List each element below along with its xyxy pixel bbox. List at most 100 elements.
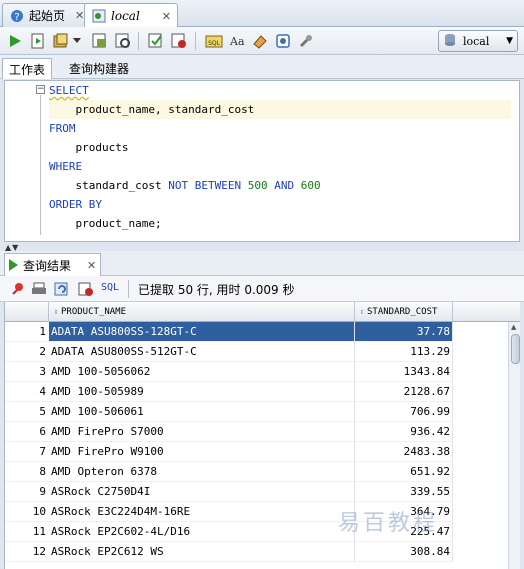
run-statement-icon[interactable] [5, 31, 25, 51]
cell-product-name: ADATA ASU800SS-128GT-C [49, 322, 355, 342]
tools-icon[interactable] [296, 31, 316, 51]
autotrace-icon[interactable] [113, 31, 133, 51]
cell-standard-cost: 1343.84 [355, 362, 453, 382]
row-number: 7 [5, 442, 49, 462]
unshared-icon[interactable] [273, 31, 293, 51]
rollback-icon[interactable] [169, 31, 189, 51]
code-line: SELECT [49, 84, 89, 97]
run-script-icon[interactable] [28, 31, 48, 51]
tab-worksheet[interactable]: 工作表 [2, 58, 53, 79]
svg-text:?: ? [14, 12, 19, 23]
results-tab-bar: 查询结果 ✕ [0, 251, 524, 276]
explain-plan-icon[interactable] [90, 31, 110, 51]
column-header-standard-cost[interactable]: ⇕ STANDARD_COST [355, 302, 453, 322]
tab-local-worksheet[interactable]: local ✕ [84, 3, 178, 28]
column-header-product-name[interactable]: ⇕ PRODUCT_NAME [49, 302, 355, 322]
code-line: standard_cost NOT BETWEEN 500 AND 600 [75, 179, 321, 192]
cell-standard-cost: 37.78 [355, 322, 453, 342]
eraser-icon[interactable] [250, 31, 270, 51]
scrollbar-thumb[interactable] [511, 334, 520, 364]
close-icon[interactable]: ✕ [162, 10, 171, 23]
table-row[interactable]: 8 AMD Opteron 6378 651.92 [5, 462, 505, 482]
row-number: 3 [5, 362, 49, 382]
table-row[interactable]: 11 ASRock EP2C602-4L/D16 225.47 [5, 522, 505, 542]
code-line: products [75, 141, 129, 154]
panel-splitter[interactable]: ▲▼ [0, 243, 524, 252]
table-row[interactable]: 1 ADATA ASU800SS-128GT-C 37.78 [5, 322, 505, 342]
help-icon: ? [9, 8, 25, 24]
cell-product-name: AMD 100-505989 [49, 382, 355, 402]
table-row[interactable]: 7 AMD FirePro W9100 2483.38 [5, 442, 505, 462]
tab-label: 起始页 [29, 9, 66, 23]
sql-history-icon[interactable]: SQL [204, 31, 224, 51]
code-line: product_name; [75, 217, 162, 230]
toolbar-separator [128, 280, 129, 298]
row-number: 6 [5, 422, 49, 442]
sql-button[interactable]: SQL [101, 282, 119, 293]
cell-product-name: ASRock E3C224D4M-16RE [49, 502, 355, 522]
document-tab-bar: ? 起始页 ✕ local ✕ [0, 0, 524, 28]
close-icon[interactable]: ✕ [87, 259, 96, 272]
cell-standard-cost: 225.47 [355, 522, 453, 542]
tab-query-results[interactable]: 查询结果 ✕ [4, 253, 102, 276]
worksheet-subtab-bar: 工作表 查询构建器 [0, 55, 524, 79]
code-line: FROM [49, 122, 76, 135]
print-icon[interactable] [30, 280, 48, 298]
vertical-scrollbar[interactable]: ▲ [508, 322, 520, 569]
table-row[interactable]: 4 AMD 100-505989 2128.67 [5, 382, 505, 402]
cell-product-name: AMD 100-5056062 [49, 362, 355, 382]
code-line: ORDER BY [49, 198, 102, 211]
close-icon[interactable]: ✕ [75, 9, 84, 22]
row-number: 2 [5, 342, 49, 362]
table-row[interactable]: 2 ADATA ASU800SS-512GT-C 113.29 [5, 342, 505, 362]
tab-query-builder[interactable]: 查询构建器 [63, 58, 135, 79]
tab-label: local [111, 9, 140, 23]
code-line: WHERE [49, 160, 83, 173]
database-icon [443, 33, 457, 50]
cell-standard-cost: 339.55 [355, 482, 453, 502]
pin-icon[interactable] [8, 280, 26, 298]
tab-start-page[interactable]: ? 起始页 ✕ [2, 3, 92, 27]
cell-product-name: ADATA ASU800SS-512GT-C [49, 342, 355, 362]
cell-product-name: AMD FirePro S7000 [49, 422, 355, 442]
chevron-down-icon[interactable] [71, 31, 83, 51]
cell-standard-cost: 706.99 [355, 402, 453, 422]
cell-product-name: ASRock EP2C602-4L/D16 [49, 522, 355, 542]
table-row[interactable]: 3 AMD 100-5056062 1343.84 [5, 362, 505, 382]
results-grid[interactable]: ⇕ PRODUCT_NAME ⇕ STANDARD_COST 1 ADATA ASU8… [4, 302, 520, 569]
scroll-up-icon[interactable]: ▲ [511, 323, 516, 331]
svg-text:Aa: Aa [229, 35, 245, 48]
row-number: 12 [5, 542, 49, 562]
cell-standard-cost: 2128.67 [355, 382, 453, 402]
row-number: 5 [5, 402, 49, 422]
connection-value: local [463, 34, 490, 48]
table-row[interactable]: 5 AMD 100-506061 706.99 [5, 402, 505, 422]
cell-standard-cost: 364.79 [355, 502, 453, 522]
cancel-fetch-icon[interactable] [77, 280, 95, 298]
row-number-header [5, 302, 49, 322]
cell-standard-cost: 308.84 [355, 542, 453, 562]
cell-product-name: AMD FirePro W9100 [49, 442, 355, 462]
row-number: 10 [5, 502, 49, 522]
svg-text:SQL: SQL [208, 40, 221, 47]
sql-worksheet-icon [91, 8, 107, 24]
fetch-status: 已提取 50 行, 用时 0.009 秒 [138, 283, 295, 297]
row-number: 11 [5, 522, 49, 542]
fold-toggle-icon[interactable]: − [36, 85, 45, 94]
table-row[interactable]: 10 ASRock E3C224D4M-16RE 364.79 [5, 502, 505, 522]
table-row[interactable]: 9 ASRock C2750D4I 339.55 [5, 482, 505, 502]
toolbar-separator [138, 32, 139, 50]
cell-standard-cost: 113.29 [355, 342, 453, 362]
sql-editor[interactable]: − SELECT product_name, standard_cost FRO… [4, 80, 520, 242]
connection-select[interactable]: local ▼ [438, 30, 518, 52]
cell-product-name: ASRock EP2C612 WS [49, 542, 355, 562]
sql-tuning-icon[interactable] [146, 31, 166, 51]
table-row[interactable]: 6 AMD FirePro S7000 936.42 [5, 422, 505, 442]
results-toolbar: SQL 已提取 50 行, 用时 0.009 秒 [0, 276, 524, 302]
run-icon [9, 259, 18, 271]
refresh-icon[interactable] [53, 280, 71, 298]
table-row[interactable]: 12 ASRock EP2C612 WS 308.84 [5, 542, 505, 562]
grid-header: ⇕ PRODUCT_NAME ⇕ STANDARD_COST [5, 302, 520, 322]
format-case-icon[interactable]: Aa [227, 31, 247, 51]
commit-icon[interactable] [51, 31, 71, 51]
